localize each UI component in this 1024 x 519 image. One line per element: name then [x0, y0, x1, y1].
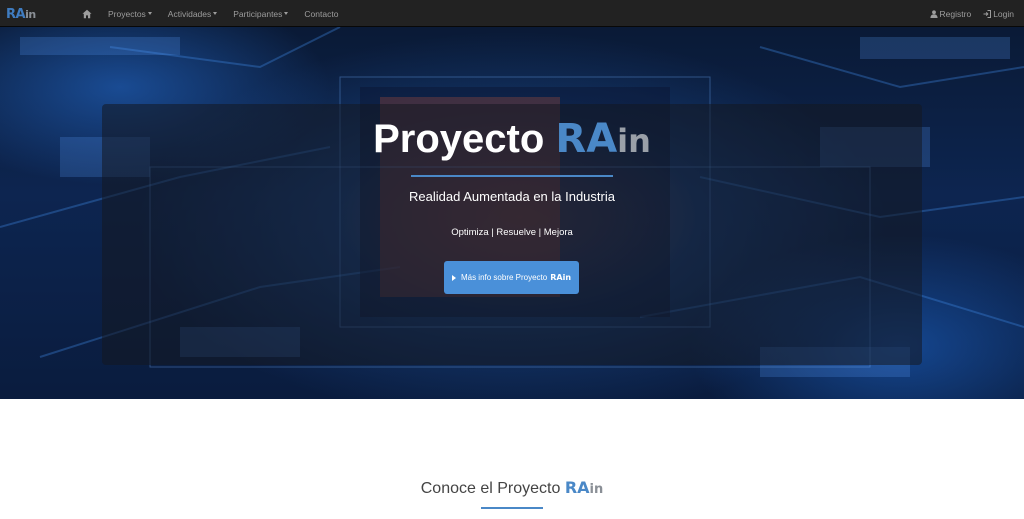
nav-item-proyectos[interactable]: Proyectos [100, 0, 160, 27]
home-icon [82, 9, 92, 18]
nav-item-label: Contacto [304, 8, 339, 19]
nav-item-contacto[interactable]: Contacto [296, 0, 346, 27]
more-info-button-label: Más info sobre Proyecto [460, 273, 548, 282]
section-title-in: in [589, 482, 604, 497]
play-icon [451, 274, 456, 281]
nav-item-participantes[interactable]: Participantes [225, 0, 296, 27]
caret-down-icon [284, 12, 289, 15]
nav-item-label: Proyectos [108, 8, 146, 19]
hero-subtitle: Realidad Aumentada en la Industria [409, 189, 615, 204]
nav-login[interactable]: Login [975, 0, 1018, 27]
user-icon [929, 9, 938, 18]
brand-logo[interactable]: RAin [6, 6, 36, 22]
brand-logo-text: RAin [6, 8, 36, 21]
hero-title: Proyecto RAin [0, 117, 1024, 163]
section-title: Conoce el Proyecto RAin [0, 478, 1024, 498]
nav-registro[interactable]: Registro [922, 0, 976, 27]
section-title-prefix: Conoce el Proyecto [420, 480, 561, 497]
brand-logo-ra: RA [6, 6, 26, 22]
nav-item-actividades[interactable]: Actividades [160, 0, 225, 27]
nav-registro-label: Registro [939, 8, 972, 19]
hero-title-ra: RA [555, 116, 618, 162]
nav-login-label: Login [993, 8, 1014, 19]
top-navbar: RAin Proyectos Actividades Participantes… [0, 0, 1024, 27]
hero-title-prefix: Proyecto [373, 117, 545, 161]
nav-account: Registro Login [922, 0, 1018, 27]
nav-item-label: Actividades [167, 8, 212, 19]
section-title-ra: RA [564, 478, 590, 497]
nav-menu: Proyectos Actividades Participantes Cont… [74, 0, 346, 27]
nav-home[interactable] [74, 0, 100, 27]
hero-banner: Proyecto RAin Realidad Aumentada en la I… [0, 27, 1024, 399]
caret-down-icon [147, 12, 152, 15]
nav-item-label: Participantes [233, 8, 283, 19]
brand-logo-in: in [25, 7, 36, 21]
more-info-button[interactable]: Más info sobre Proyecto RAin [444, 261, 579, 294]
hero-divider [411, 175, 613, 177]
section-divider [481, 507, 543, 509]
caret-down-icon [213, 12, 218, 15]
hero-title-in: in [617, 122, 651, 160]
more-info-button-logo: RAin [550, 273, 572, 282]
login-icon [983, 9, 992, 18]
hero-tagline: Optimiza | Resuelve | Mejora [451, 227, 573, 238]
